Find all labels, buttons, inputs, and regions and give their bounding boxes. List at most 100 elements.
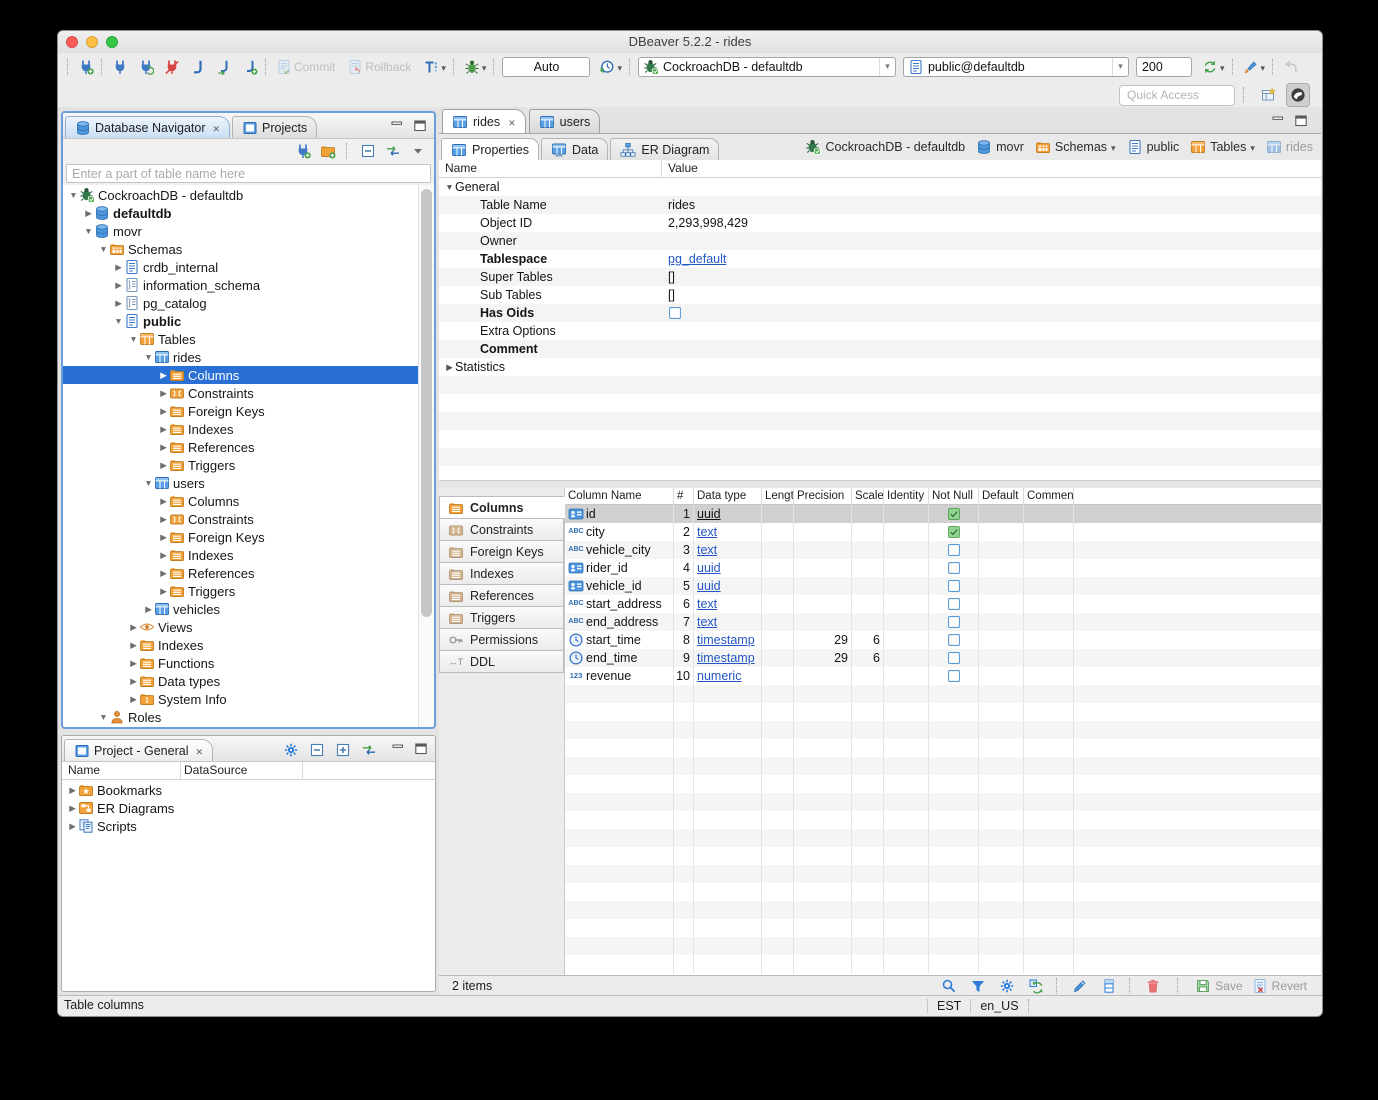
tree-item-triggers[interactable]: ▶Triggers [63,456,419,474]
cell-ordinal[interactable]: 6 [674,595,694,613]
tree-item-columns[interactable]: ▶Columns [63,492,419,510]
close-tab-icon[interactable] [195,744,203,758]
checkbox-unchecked-icon[interactable] [947,597,961,611]
expand-all-button[interactable] [333,741,353,759]
cell-scale[interactable]: 6 [852,649,884,667]
cell-scale[interactable] [852,559,884,577]
column-row-vehicle-id[interactable]: vehicle_id5uuid [565,577,1321,595]
checkbox-unchecked-icon[interactable] [668,306,682,320]
grid-column-header-default[interactable]: Default [979,488,1024,504]
zoom-window-button[interactable] [106,36,118,48]
dbeaver-perspective-button[interactable] [1286,83,1310,107]
new-connection-button[interactable] [76,58,96,76]
tree-item-functions[interactable]: ▶Functions [63,654,419,672]
breadcrumb-item-cockroachdb-defaultdb[interactable]: CockroachDB - defaultdb [805,139,965,155]
cell-comment[interactable] [1024,577,1074,595]
grid-column-header-scale[interactable]: Scale [852,488,884,504]
grid-column-header-data-type[interactable]: Data type [694,488,762,504]
tree-collapsed-arrow-icon[interactable]: ▶ [444,362,455,373]
tree-collapsed-arrow-icon[interactable]: ▶ [158,568,169,579]
tab-project-general[interactable]: Project - General [64,739,213,761]
property-row-extra-options[interactable]: Extra Options [439,322,1321,340]
detail-tab-foreign-keys[interactable]: Foreign Keys [439,540,564,563]
cell-precision[interactable] [794,595,852,613]
tree-collapsed-arrow-icon[interactable]: ▶ [83,208,94,219]
transaction-mode-button[interactable] [421,57,448,77]
minimize-editor-icon[interactable] [1270,113,1286,129]
tree-item-information-schema[interactable]: ▶information_schema [63,276,419,294]
cell-default[interactable] [979,649,1024,667]
refresh-config-button[interactable] [1026,977,1046,995]
cell-default[interactable] [979,667,1024,685]
cell-scale[interactable]: 6 [852,631,884,649]
tree-expanded-arrow-icon[interactable]: ▼ [444,182,455,192]
cell-precision[interactable] [794,505,852,523]
scrollbar-thumb[interactable] [421,189,432,617]
column-row-city[interactable]: ABCcity2text [565,523,1321,541]
cell-column-name[interactable]: ABCvehicle_city [565,541,674,559]
navigator-scrollbar[interactable] [418,185,434,727]
cell-scale[interactable] [852,541,884,559]
checkbox-unchecked-icon[interactable] [947,543,961,557]
tab-database-navigator[interactable]: Database Navigator [65,116,230,138]
tree-collapsed-arrow-icon[interactable]: ▶ [128,622,139,633]
checkbox-unchecked-icon[interactable] [947,615,961,629]
cell-ordinal[interactable]: 1 [674,505,694,523]
cell-identity[interactable] [884,559,929,577]
property-row-table-name[interactable]: Table Namerides [439,196,1321,214]
checkbox-unchecked-icon[interactable] [947,579,961,593]
tree-item-movr[interactable]: ▼movr [63,222,419,240]
column-row-start-address[interactable]: ABCstart_address6text [565,595,1321,613]
cell-length[interactable] [762,631,794,649]
cell-comment[interactable] [1024,595,1074,613]
grid-column-header-precision[interactable]: Precision [794,488,852,504]
tree-collapsed-arrow-icon[interactable]: ▶ [128,676,139,687]
cell-length[interactable] [762,613,794,631]
column-row-revenue[interactable]: 123revenue10numeric [565,667,1321,685]
cell-identity[interactable] [884,505,929,523]
tablespace-link[interactable]: pg_default [668,252,726,266]
cell-data-type[interactable]: numeric [694,667,762,685]
sql-editor-button[interactable] [188,58,208,76]
tree-expanded-arrow-icon[interactable]: ▼ [143,352,154,362]
cell-precision[interactable] [794,559,852,577]
tree-expanded-arrow-icon[interactable]: ▼ [83,226,94,236]
tree-item-views[interactable]: ▶Views [63,618,419,636]
tree-expanded-arrow-icon[interactable]: ▼ [113,316,124,326]
cell-data-type[interactable]: text [694,613,762,631]
timezone-indicator[interactable]: EST [937,999,961,1013]
cell-length[interactable] [762,559,794,577]
tree-expanded-arrow-icon[interactable]: ▼ [128,334,139,344]
property-value[interactable]: [] [661,268,1321,286]
tree-collapsed-arrow-icon[interactable]: ▶ [158,532,169,543]
grid-column-header-column-name[interactable]: Column Name [565,488,674,504]
data-type-link[interactable]: text [697,543,717,557]
commit-button[interactable]: Commit [274,58,337,76]
column-header-value[interactable]: Value [668,161,698,175]
dropdown-arrow-icon[interactable] [1250,140,1255,154]
project-item-er-diagrams[interactable]: ▶ER Diagrams [62,799,435,817]
tree-collapsed-arrow-icon[interactable]: ▶ [158,514,169,525]
checkbox-checked-icon[interactable] [947,507,961,521]
settings-gear-button[interactable] [997,977,1017,995]
cell-not-null[interactable] [929,631,979,649]
format-brush-button[interactable] [1241,57,1268,77]
property-row-object-id[interactable]: Object ID2,293,998,429 [439,214,1321,232]
delete-trash-button[interactable] [1143,977,1163,995]
tree-collapsed-arrow-icon[interactable]: ▶ [128,658,139,669]
column-header-datasource[interactable]: DataSource [184,763,247,777]
property-value[interactable] [661,304,1321,322]
debug-button[interactable] [462,57,489,77]
property-value[interactable] [661,178,1321,196]
tree-item-vehicles[interactable]: ▶vehicles [63,600,419,618]
project-item-bookmarks[interactable]: ▶Bookmarks [62,781,435,799]
cell-ordinal[interactable]: 9 [674,649,694,667]
cell-ordinal[interactable]: 7 [674,613,694,631]
column-header-name[interactable]: Name [68,763,100,777]
cell-ordinal[interactable]: 3 [674,541,694,559]
cell-ordinal[interactable]: 4 [674,559,694,577]
property-value[interactable] [661,232,1321,250]
cell-precision[interactable] [794,541,852,559]
editor-tab-users[interactable]: users [529,109,601,133]
minimize-view-icon[interactable] [389,118,405,134]
